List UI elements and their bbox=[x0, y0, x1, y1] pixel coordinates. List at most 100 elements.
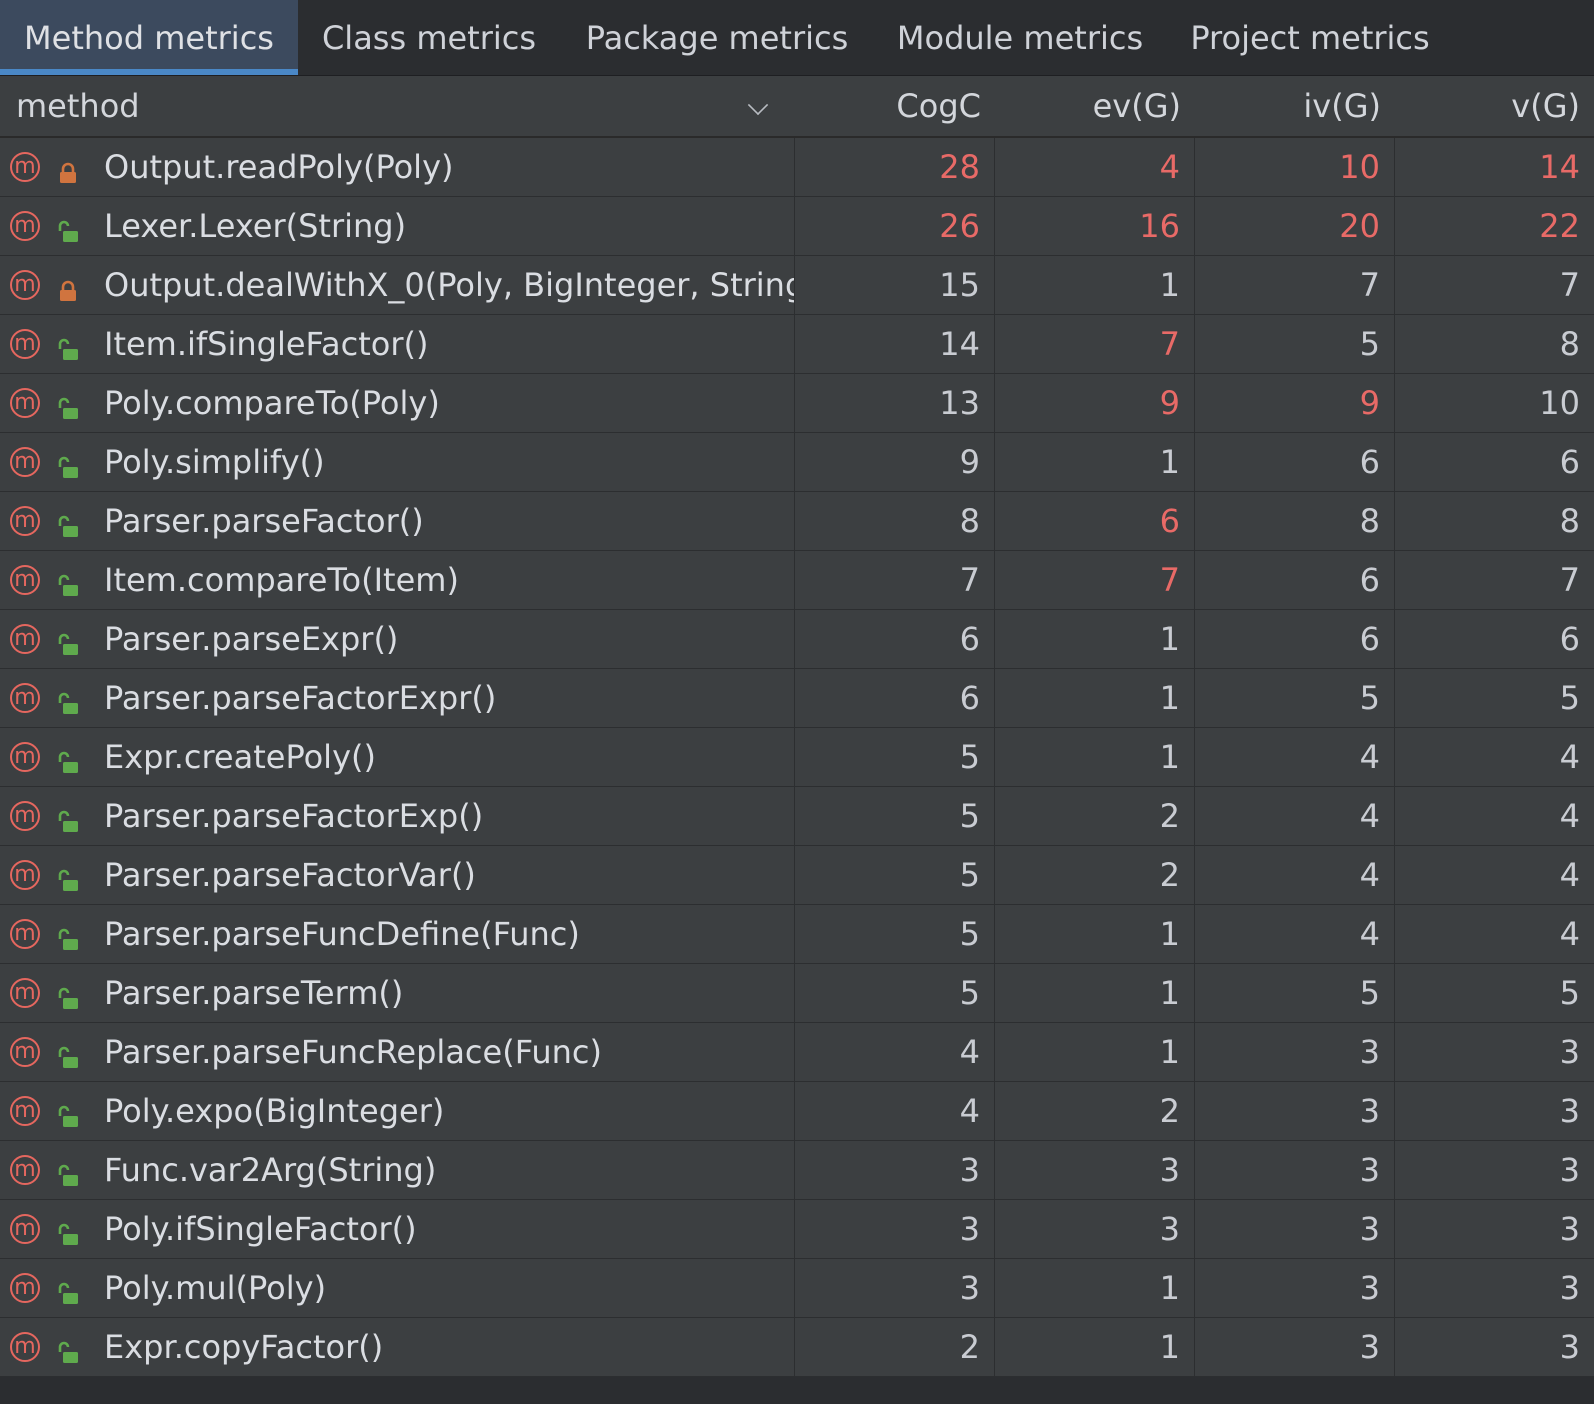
method-cell: m Parser.parseFactorExp() bbox=[0, 787, 795, 845]
method-name: Poly.compareTo(Poly) bbox=[104, 384, 440, 422]
table-row[interactable]: m Item.ifSingleFactor() 14 7 5 8 bbox=[0, 315, 1594, 374]
column-header-cogc[interactable]: CogC bbox=[795, 87, 995, 125]
method-name: Item.ifSingleFactor() bbox=[104, 325, 429, 363]
method-icon: m bbox=[10, 1332, 40, 1362]
metric-cell-vg: 5 bbox=[1559, 679, 1580, 717]
table-row[interactable]: m Parser.parseFactorVar() 5 2 4 4 bbox=[0, 846, 1594, 905]
method-name: Output.dealWithX_0(Poly, BigInteger, Str… bbox=[104, 266, 795, 304]
method-icon: m bbox=[10, 152, 40, 182]
table-row[interactable]: m Poly.mul(Poly) 3 1 3 3 bbox=[0, 1259, 1594, 1318]
method-name: Parser.parseExpr() bbox=[104, 620, 399, 658]
metric-cell-cogc: 4 bbox=[795, 1082, 995, 1140]
private-lock-icon bbox=[56, 155, 80, 183]
column-header-vg[interactable]: v(G) bbox=[1395, 87, 1594, 125]
metric-cell-evg: 1 bbox=[995, 905, 1195, 963]
public-unlock-icon bbox=[56, 450, 80, 478]
column-header-ivg[interactable]: iv(G) bbox=[1195, 87, 1395, 125]
method-name: Expr.createPoly() bbox=[104, 738, 376, 776]
method-name: Parser.parseFactorExpr() bbox=[104, 679, 497, 717]
metric-cell-ivg: 7 bbox=[1195, 256, 1395, 314]
tab-method-metrics[interactable]: Method metrics bbox=[0, 0, 298, 75]
metric-cell-vg: 3 bbox=[1559, 1151, 1580, 1189]
table-row[interactable]: m Func.var2Arg(String) 3 3 3 3 bbox=[0, 1141, 1594, 1200]
table-row[interactable]: m Expr.createPoly() 5 1 4 4 bbox=[0, 728, 1594, 787]
public-unlock-icon bbox=[56, 509, 80, 537]
metric-cell-ivg: 3 bbox=[1195, 1200, 1395, 1258]
table-row[interactable]: m Poly.expo(BigInteger) 4 2 3 3 bbox=[0, 1082, 1594, 1141]
method-cell: m Poly.simplify() bbox=[0, 433, 795, 491]
method-icon: m bbox=[10, 329, 40, 359]
method-name: Parser.parseTerm() bbox=[104, 974, 404, 1012]
table-row[interactable]: m Poly.compareTo(Poly) 13 9 9 10 bbox=[0, 374, 1594, 433]
metric-cell-cogc: 3 bbox=[795, 1141, 995, 1199]
method-name: Poly.mul(Poly) bbox=[104, 1269, 327, 1307]
table-header: method CogC ev(G) iv(G) v(G) bbox=[0, 76, 1594, 138]
metric-cell-cogc: 14 bbox=[795, 315, 995, 373]
tab-module-metrics[interactable]: Module metrics bbox=[874, 0, 1166, 75]
method-cell: m Item.compareTo(Item) bbox=[0, 551, 795, 609]
method-name: Poly.expo(BigInteger) bbox=[104, 1092, 445, 1130]
tab-project-metrics[interactable]: Project metrics bbox=[1166, 0, 1454, 75]
metric-cell-evg: 16 bbox=[995, 197, 1195, 255]
metric-cell-evg: 1 bbox=[995, 1023, 1195, 1081]
public-unlock-icon bbox=[56, 922, 80, 950]
metric-cell-ivg: 8 bbox=[1195, 492, 1395, 550]
column-header-evg[interactable]: ev(G) bbox=[995, 87, 1195, 125]
table-row[interactable]: m Parser.parseFuncReplace(Func) 4 1 3 3 bbox=[0, 1023, 1594, 1082]
table-row[interactable]: m Parser.parseFuncDefine(Func) 5 1 4 4 bbox=[0, 905, 1594, 964]
private-lock-icon bbox=[56, 273, 80, 301]
metric-cell-evg: 1 bbox=[995, 610, 1195, 668]
metric-cell-vg: 22 bbox=[1539, 207, 1580, 245]
method-cell: m Parser.parseFuncReplace(Func) bbox=[0, 1023, 795, 1081]
method-name: Parser.parseFactorVar() bbox=[104, 856, 476, 894]
tab-package-metrics[interactable]: Package metrics bbox=[560, 0, 874, 75]
method-name: Expr.copyFactor() bbox=[104, 1328, 384, 1366]
method-cell: m Expr.createPoly() bbox=[0, 728, 795, 786]
table-row[interactable]: m Expr.copyFactor() 2 1 3 3 bbox=[0, 1318, 1594, 1377]
method-icon: m bbox=[10, 978, 40, 1008]
method-icon: m bbox=[10, 801, 40, 831]
tab-class-metrics[interactable]: Class metrics bbox=[298, 0, 560, 75]
table-row[interactable]: m Output.dealWithX_0(Poly, BigInteger, St… bbox=[0, 256, 1594, 315]
table-body: m Output.readPoly(Poly) 28 4 10 14 m Lexer.Lexe… bbox=[0, 138, 1594, 1377]
metric-cell-ivg: 3 bbox=[1195, 1082, 1395, 1140]
metric-cell-cogc: 6 bbox=[795, 610, 995, 668]
table-row[interactable]: m Parser.parseTerm() 5 1 5 5 bbox=[0, 964, 1594, 1023]
metric-cell-evg: 1 bbox=[995, 669, 1195, 727]
column-header-method[interactable]: method bbox=[0, 87, 795, 125]
table-row[interactable]: m Output.readPoly(Poly) 28 4 10 14 bbox=[0, 138, 1594, 197]
metric-cell-evg: 7 bbox=[995, 315, 1195, 373]
metric-cell-cogc: 3 bbox=[795, 1200, 995, 1258]
table-row[interactable]: m Parser.parseExpr() 6 1 6 6 bbox=[0, 610, 1594, 669]
method-cell: m Parser.parseTerm() bbox=[0, 964, 795, 1022]
metric-cell-cogc: 3 bbox=[795, 1259, 995, 1317]
public-unlock-icon bbox=[56, 804, 80, 832]
metric-cell-ivg: 3 bbox=[1195, 1259, 1395, 1317]
table-row[interactable]: m Parser.parseFactor() 8 6 8 8 bbox=[0, 492, 1594, 551]
metric-cell-evg: 2 bbox=[995, 846, 1195, 904]
table-row[interactable]: m Item.compareTo(Item) 7 7 6 7 bbox=[0, 551, 1594, 610]
metric-cell-vg: 7 bbox=[1559, 561, 1580, 599]
metric-cell-ivg: 10 bbox=[1195, 138, 1395, 196]
table-row[interactable]: m Poly.ifSingleFactor() 3 3 3 3 bbox=[0, 1200, 1594, 1259]
metric-cell-ivg: 5 bbox=[1195, 669, 1395, 727]
method-icon: m bbox=[10, 211, 40, 241]
method-icon: m bbox=[10, 447, 40, 477]
metrics-tab-bar: Method metrics Class metrics Package met… bbox=[0, 0, 1594, 76]
public-unlock-icon bbox=[56, 627, 80, 655]
table-row[interactable]: m Poly.simplify() 9 1 6 6 bbox=[0, 433, 1594, 492]
public-unlock-icon bbox=[56, 745, 80, 773]
metric-cell-cogc: 9 bbox=[795, 433, 995, 491]
chevron-down-icon[interactable] bbox=[747, 94, 769, 116]
public-unlock-icon bbox=[56, 1040, 80, 1068]
metric-cell-ivg: 6 bbox=[1195, 551, 1395, 609]
table-row[interactable]: m Parser.parseFactorExp() 5 2 4 4 bbox=[0, 787, 1594, 846]
table-row[interactable]: m Parser.parseFactorExpr() 6 1 5 5 bbox=[0, 669, 1594, 728]
method-cell: m Parser.parseFactorExpr() bbox=[0, 669, 795, 727]
method-cell: m Expr.copyFactor() bbox=[0, 1318, 795, 1376]
metric-cell-vg: 5 bbox=[1559, 974, 1580, 1012]
metric-cell-ivg: 5 bbox=[1195, 964, 1395, 1022]
method-cell: m Poly.expo(BigInteger) bbox=[0, 1082, 795, 1140]
method-name: Func.var2Arg(String) bbox=[104, 1151, 437, 1189]
table-row[interactable]: m Lexer.Lexer(String) 26 16 20 22 bbox=[0, 197, 1594, 256]
